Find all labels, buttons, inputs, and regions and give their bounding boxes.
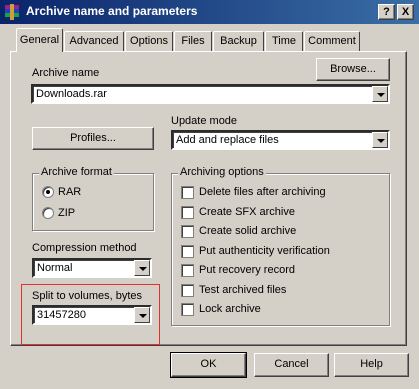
checkbox-authenticity-label: Put authenticity verification: [199, 245, 330, 257]
profiles-button-label: Profiles...: [70, 132, 116, 144]
tab-comment[interactable]: Comment: [304, 31, 360, 51]
browse-button-label: Browse...: [330, 63, 376, 75]
tab-advanced[interactable]: Advanced: [64, 31, 124, 51]
checkbox-delete-files[interactable]: [181, 186, 194, 199]
checkbox-create-solid[interactable]: [181, 225, 194, 238]
tab-backup[interactable]: Backup: [213, 31, 264, 51]
radio-rar[interactable]: [42, 186, 54, 198]
split-volumes-label: Split to volumes, bytes: [32, 290, 143, 302]
tab-options[interactable]: Options: [125, 31, 173, 51]
archiving-options-legend: Archiving options: [178, 166, 266, 178]
browse-button[interactable]: Browse...: [316, 58, 390, 81]
compression-method-label: Compression method: [32, 242, 137, 254]
winrar-app-icon: [5, 4, 19, 20]
split-volumes-combobox[interactable]: 31457280: [32, 305, 152, 325]
checkbox-test-files-label: Test archived files: [199, 284, 287, 296]
chevron-down-icon[interactable]: [134, 260, 150, 276]
update-mode-value: Add and replace files: [176, 134, 279, 146]
checkbox-create-solid-label: Create solid archive: [199, 225, 297, 237]
help-button[interactable]: Help: [334, 353, 409, 377]
radio-zip-label: ZIP: [58, 207, 76, 219]
ok-button-label: OK: [200, 358, 217, 370]
close-button[interactable]: X: [397, 4, 414, 20]
profiles-button[interactable]: Profiles...: [32, 127, 154, 150]
window-title: Archive name and parameters: [26, 4, 198, 18]
help-title-button[interactable]: ?: [378, 4, 395, 20]
checkbox-authenticity[interactable]: [181, 245, 194, 258]
radio-rar-label: RAR: [58, 186, 82, 198]
update-mode-select[interactable]: Add and replace files: [171, 130, 390, 150]
tab-files[interactable]: Files: [174, 31, 212, 51]
cancel-button-label: Cancel: [274, 358, 309, 370]
split-volumes-value: 31457280: [37, 309, 86, 321]
checkbox-lock-archive-label: Lock archive: [199, 303, 261, 315]
checkbox-create-sfx-label: Create SFX archive: [199, 206, 295, 218]
update-mode-label: Update mode: [171, 115, 238, 127]
checkbox-lock-archive[interactable]: [181, 303, 194, 316]
cancel-button[interactable]: Cancel: [254, 353, 329, 377]
radio-zip[interactable]: [42, 207, 54, 219]
chevron-down-icon[interactable]: [372, 86, 388, 102]
ok-button[interactable]: OK: [170, 352, 247, 378]
chevron-down-icon[interactable]: [372, 132, 388, 148]
help-button-label: Help: [360, 358, 383, 370]
checkbox-recovery-record-label: Put recovery record: [199, 264, 295, 276]
archive-format-group: Archive format: [32, 166, 154, 231]
checkbox-create-sfx[interactable]: [181, 206, 194, 219]
checkbox-test-files[interactable]: [181, 284, 194, 297]
checkbox-delete-files-label: Delete files after archiving: [199, 186, 326, 198]
title-bar[interactable]: Archive name and parameters ? X: [0, 0, 419, 24]
archive-format-legend: Archive format: [39, 166, 114, 178]
tab-time[interactable]: Time: [265, 31, 303, 51]
compression-method-value: Normal: [37, 262, 73, 274]
archive-name-label: Archive name: [32, 67, 100, 79]
archive-name-value: Downloads.rar: [36, 88, 107, 100]
chevron-down-icon[interactable]: [134, 307, 150, 323]
archive-name-combobox[interactable]: Downloads.rar: [31, 84, 390, 104]
compression-method-select[interactable]: Normal: [32, 258, 152, 278]
tab-general[interactable]: General: [16, 28, 63, 52]
checkbox-recovery-record[interactable]: [181, 264, 194, 277]
